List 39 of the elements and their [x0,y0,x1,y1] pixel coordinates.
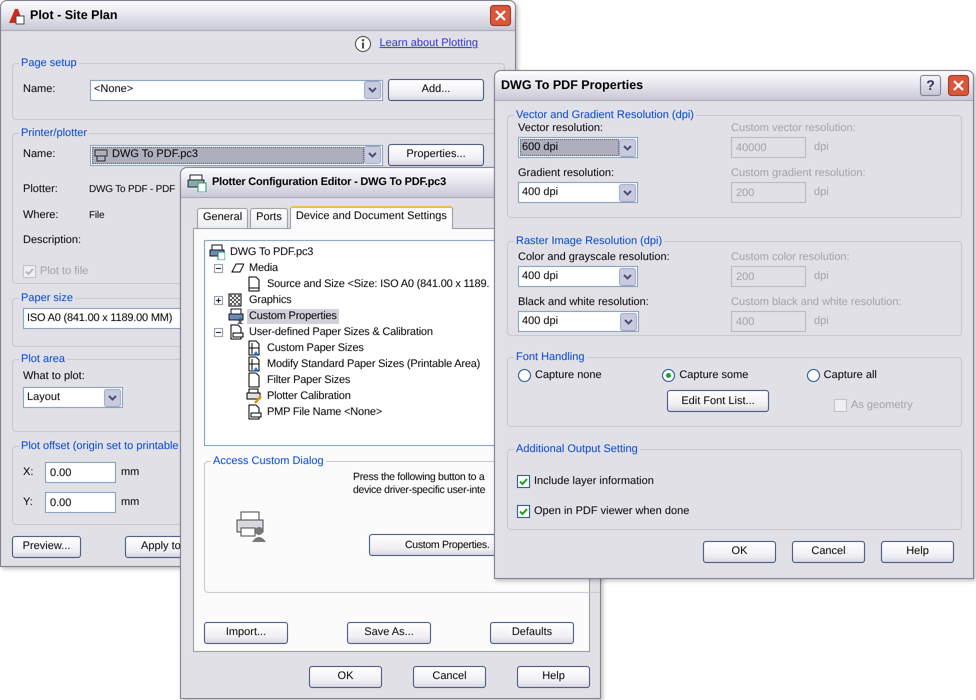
field-value: File [89,210,104,222]
window-title: Plotter Configuration Editor - DWG To PDF.pc3 [212,176,446,190]
unit-label: dpi [814,270,829,284]
description-text: Press the following button to a [353,471,486,484]
field-label: X: [23,466,34,480]
window-title: Plot - Site Plan [30,8,118,23]
field-label: Custom gradient resolution: [731,167,866,180]
group-title: Font Handling [515,350,586,364]
unit-label: dpi [814,141,829,154]
field-label: Vector resolution: [518,122,604,136]
field-label: Description: [23,234,82,248]
field-label: What to plot: [23,370,85,384]
group-title: Additional Output Setting [515,442,639,456]
group-title: Plot area [20,352,66,366]
group-title: Page setup [20,56,78,70]
group-title: Vector and Gradient Resolution (dpi) [515,108,695,122]
field-label: Custom color resolution: [731,251,850,264]
field-label: Where: [23,209,60,222]
unit-label: dpi [814,186,829,200]
field-label: Black and white resolution: [518,296,650,310]
field-label: Color and grayscale resolution: [518,251,671,264]
group-title: Plot offset (origin set to printable [20,439,180,453]
field-label: Plotter: [23,183,59,196]
field-label: Name: [23,83,56,97]
group-title: Raster Image Resolution (dpi) [515,234,664,248]
field-label: Custom vector resolution: [731,122,856,136]
unit-label: mm [121,496,140,510]
description-text: device driver-specific user-inte [353,484,486,496]
field-label: Y: [23,496,34,510]
field-label: Custom black and white resolution: [731,296,902,310]
window-title: DWG To PDF Properties [501,78,644,93]
unit-label: mm [121,466,140,480]
group-title: Paper size [20,291,74,305]
field-label: Gradient resolution: [518,167,615,180]
field-label: Name: [23,148,56,162]
group-title: Printer/plotter [20,126,88,140]
field-value: DWG To PDF - PDF [89,184,176,196]
group-title: Access Custom Dialog [212,454,325,468]
unit-label: dpi [814,315,829,328]
